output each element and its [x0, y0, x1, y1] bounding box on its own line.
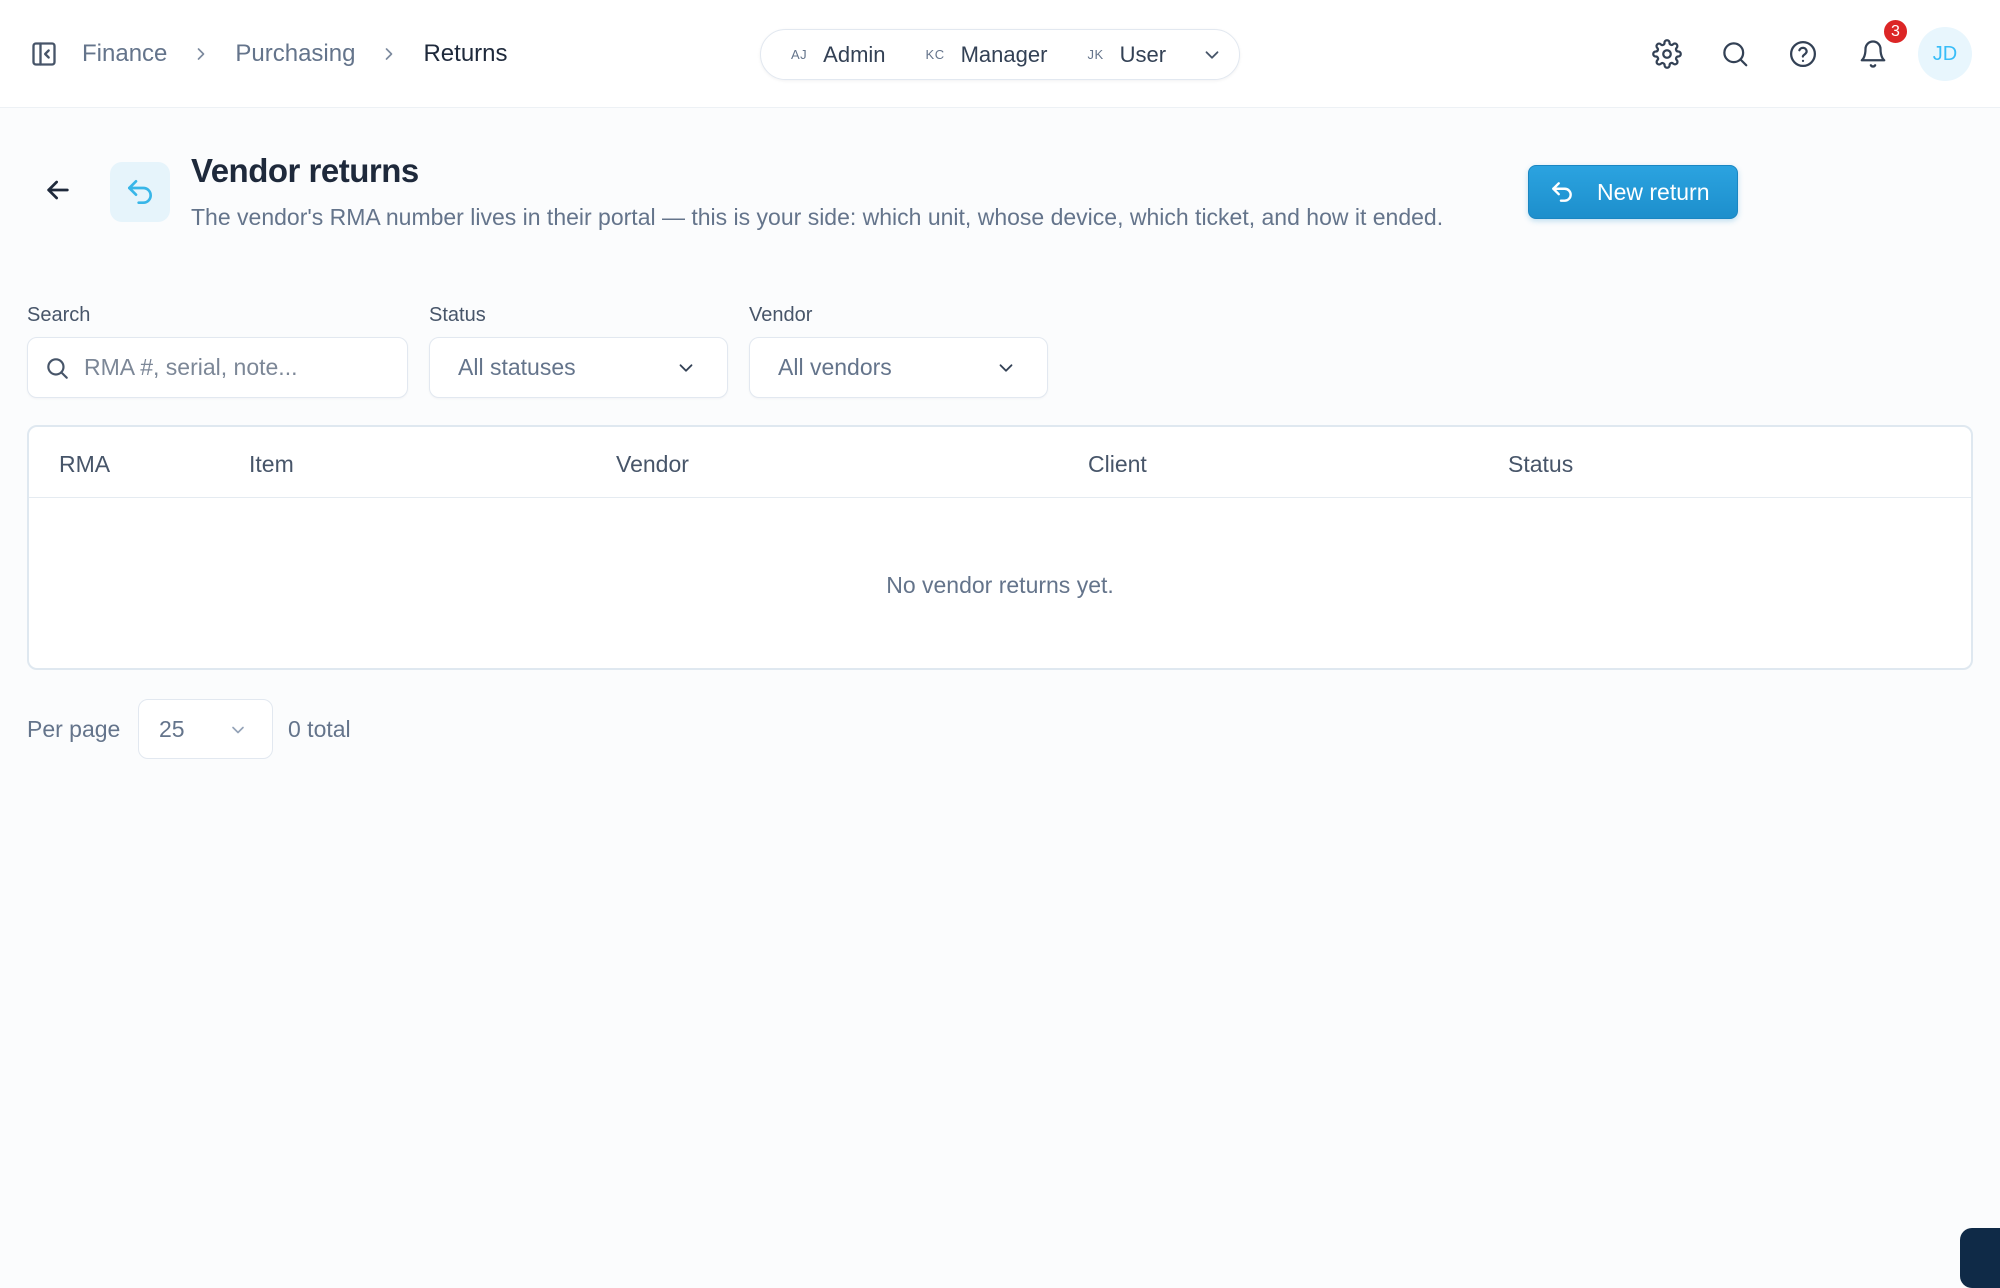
role-label: User	[1119, 41, 1167, 67]
per-page-label: Per page	[27, 716, 121, 742]
total-count: 0 total	[288, 716, 351, 742]
breadcrumb-finance[interactable]: Finance	[82, 40, 167, 68]
breadcrumb-purchasing[interactable]: Purchasing	[235, 40, 355, 68]
search-input[interactable]	[84, 354, 384, 381]
empty-state-message: No vendor returns yet.	[886, 572, 1114, 598]
help-icon[interactable]	[1788, 39, 1818, 69]
role-initials: KC	[925, 47, 945, 62]
role-initials: AJ	[791, 47, 808, 62]
avatar[interactable]: JD	[1918, 27, 1972, 81]
undo-icon	[110, 162, 170, 222]
column-header-vendor[interactable]: Vendor	[616, 451, 689, 478]
column-header-status[interactable]: Status	[1508, 451, 1573, 478]
per-page-select[interactable]: 25	[138, 699, 273, 759]
vendor-select-value: All vendors	[778, 354, 892, 380]
vendor-label: Vendor	[749, 304, 813, 326]
role-user[interactable]: JK User	[1087, 42, 1166, 68]
search-icon[interactable]	[1720, 39, 1750, 69]
bell-icon[interactable]	[1858, 39, 1888, 69]
column-header-client[interactable]: Client	[1088, 451, 1147, 478]
vendor-select[interactable]: All vendors	[749, 337, 1048, 398]
breadcrumb-returns: Returns	[423, 40, 508, 67]
search-field[interactable]	[27, 337, 408, 398]
chevron-right-icon	[191, 44, 211, 64]
role-label: Admin	[823, 41, 886, 67]
sidebar-toggle-icon[interactable]	[30, 40, 58, 68]
status-select-value: All statuses	[458, 354, 576, 380]
top-bar: Finance Purchasing Returns AJ Admin KC M…	[0, 0, 2000, 108]
role-initials: JK	[1087, 47, 1104, 62]
status-select[interactable]: All statuses	[429, 337, 728, 398]
page-title: Vendor returns	[191, 152, 419, 189]
new-return-label: New return	[1597, 178, 1710, 205]
table-header: RMA Item Vendor Client Status	[29, 427, 1971, 498]
per-page-value: 25	[159, 715, 185, 742]
role-manager[interactable]: KC Manager	[926, 42, 1048, 68]
undo-icon	[1552, 182, 1572, 202]
search-icon	[44, 355, 70, 381]
new-return-button[interactable]: New return	[1528, 165, 1738, 219]
notification-badge: 3	[1882, 18, 1909, 45]
role-label: Manager	[960, 41, 1048, 67]
column-header-rma[interactable]: RMA	[59, 451, 110, 478]
chevron-right-icon	[379, 44, 399, 64]
role-admin[interactable]: AJ Admin	[791, 42, 886, 68]
chevron-down-icon[interactable]	[1201, 44, 1223, 66]
breadcrumb: Finance Purchasing Returns	[82, 36, 508, 72]
returns-table: RMA Item Vendor Client Status No vendor …	[27, 425, 1973, 670]
floating-widget-button[interactable]	[1960, 1228, 2000, 1288]
back-arrow-icon[interactable]	[42, 174, 74, 206]
chevron-down-icon	[675, 357, 697, 379]
search-label: Search	[27, 304, 91, 326]
chevron-down-icon	[228, 720, 248, 740]
chevron-down-icon	[995, 357, 1017, 379]
status-label: Status	[429, 304, 486, 326]
role-switcher[interactable]: AJ Admin KC Manager JK User	[760, 29, 1240, 80]
gear-icon[interactable]	[1652, 39, 1682, 69]
page-subtitle: The vendor's RMA number lives in their p…	[191, 204, 1444, 230]
column-header-item[interactable]: Item	[249, 451, 294, 478]
